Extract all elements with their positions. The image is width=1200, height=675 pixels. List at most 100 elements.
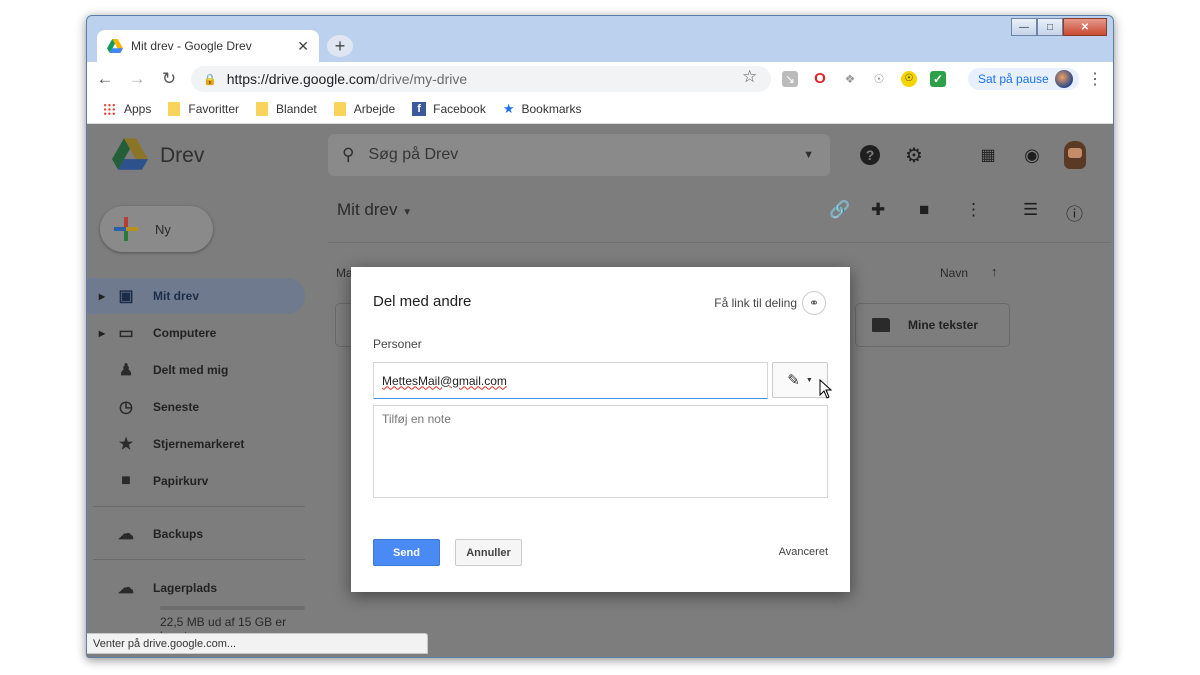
pause-label: Sat på pause: [978, 72, 1049, 86]
sidebar-item-lagerplads[interactable]: ☁ Lagerplads: [87, 570, 307, 606]
sort-arrow-up-icon[interactable]: ↑: [991, 264, 998, 279]
forward-icon[interactable]: →: [123, 69, 151, 89]
expand-arrow-icon[interactable]: ▶: [87, 292, 105, 301]
browser-window: — □ ✕ Mit drev - Google Drev ✕ + ← → ↻ 🔒…: [86, 15, 1114, 658]
opera-extension-icon[interactable]: O: [812, 71, 828, 87]
browser-menu-icon[interactable]: ⋮: [1087, 69, 1103, 89]
trash-icon: ■: [121, 472, 131, 489]
share-dialog: Del med andre Få link til deling ⚭ Perso…: [351, 267, 850, 592]
bookmark-blandet[interactable]: Blandet: [256, 102, 317, 116]
bookmark-apps[interactable]: Apps: [103, 102, 151, 116]
list-view-icon[interactable]: ☰: [1023, 200, 1038, 220]
help-icon[interactable]: ?: [859, 144, 881, 166]
folder-icon: [256, 102, 269, 116]
plus-icon: [114, 217, 138, 241]
browser-tab[interactable]: Mit drev - Google Drev ✕: [97, 30, 319, 62]
sidebar-item-computere[interactable]: ▶ ▭ Computere: [87, 315, 307, 351]
url-path: /drive/my-drive: [375, 71, 468, 87]
expand-arrow-icon[interactable]: ▶: [87, 329, 105, 338]
browser-toolbar: ← → ↻ 🔒 https://drive.google.com/drive/m…: [87, 62, 1113, 95]
facebook-icon: f: [412, 102, 427, 116]
sidebar-divider: [93, 559, 305, 560]
back-icon[interactable]: ←: [91, 69, 119, 89]
sidebar-divider: [93, 506, 305, 507]
page-title[interactable]: Mit drev ▼: [337, 200, 412, 220]
sync-paused-chip[interactable]: Sat på pause: [968, 68, 1079, 90]
folder-card[interactable]: Mine tekster: [855, 303, 1010, 347]
drive-header: Drev ⚲ Søg på Drev ▼ ? ⚙ ▦ ◉: [87, 124, 1113, 186]
chevron-down-icon: ▼: [402, 207, 413, 218]
get-link-button[interactable]: Få link til deling ⚭: [714, 291, 826, 315]
target-extension-icon[interactable]: ☉: [871, 71, 887, 87]
link-icon: ⚭: [802, 291, 826, 315]
drive-subbar: Mit drev ▼ 🔗 ✚ ■ ⋮ ☰ ⓘ: [328, 186, 1111, 243]
drive-search-input[interactable]: ⚲ Søg på Drev ▼: [328, 134, 830, 176]
drive-logo-icon: [107, 39, 123, 53]
info-icon[interactable]: ⓘ: [1066, 200, 1083, 225]
bookmark-bookmarks[interactable]: ★ Bookmarks: [503, 101, 582, 117]
send-button[interactable]: Send: [373, 539, 440, 566]
url-base: https://drive.google.com: [226, 71, 376, 87]
tab-close-icon[interactable]: ✕: [297, 38, 309, 55]
computers-icon: ▭: [118, 325, 134, 342]
dropbox-extension-icon[interactable]: ❖: [842, 71, 858, 87]
dialog-title: Del med andre: [373, 293, 472, 310]
check-extension-icon[interactable]: ✓: [930, 71, 946, 87]
new-button[interactable]: Ny: [100, 206, 213, 252]
link-icon[interactable]: 🔗: [829, 200, 850, 220]
people-icon: ♟: [118, 362, 134, 379]
search-placeholder: Søg på Drev: [368, 146, 459, 163]
star-icon: ★: [118, 436, 134, 453]
bookmarks-bar: Apps Favoritter Blandet Arbejde f Faceboo…: [87, 95, 1113, 124]
close-window-button[interactable]: ✕: [1063, 18, 1107, 36]
profile-avatar-icon: [1054, 70, 1073, 88]
apps-grid-icon[interactable]: ▦: [977, 144, 999, 166]
drive-logo-icon[interactable]: [112, 138, 148, 170]
people-input[interactable]: MettesMail@gmail.com: [373, 362, 768, 399]
note-placeholder: Tilføj en note: [382, 412, 451, 426]
star-icon: ★: [502, 101, 515, 116]
sidebar-item-stjernemarkeret[interactable]: ★ Stjernemarkeret: [87, 426, 307, 462]
trash-icon[interactable]: ■: [919, 200, 929, 220]
notifications-icon[interactable]: ◉: [1021, 144, 1043, 166]
pdf-extension-icon[interactable]: ↘: [782, 71, 798, 87]
bookmark-arbejde[interactable]: Arbejde: [333, 102, 395, 116]
sidebar-item-seneste[interactable]: ◷ Seneste: [87, 389, 307, 425]
sidebar-item-backups[interactable]: ☁ Backups: [87, 516, 307, 552]
drive-icon: ▣: [118, 288, 134, 305]
advanced-link[interactable]: Avanceret: [779, 546, 828, 558]
bookmark-facebook[interactable]: f Facebook: [412, 102, 486, 116]
add-person-icon[interactable]: ✚: [871, 200, 885, 220]
cloud-filled-icon: ☁: [118, 526, 134, 543]
address-bar[interactable]: 🔒 https://drive.google.com/drive/my-driv…: [191, 66, 771, 92]
settings-gear-icon[interactable]: ⚙: [903, 144, 925, 167]
maximize-button[interactable]: □: [1037, 18, 1063, 36]
folder-icon: [168, 102, 181, 116]
sidebar-item-delt-med-mig[interactable]: ♟ Delt med mig: [87, 352, 307, 388]
sidebar-item-mit-drev[interactable]: ▶ ▣ Mit drev: [87, 278, 307, 314]
mouse-cursor-icon: [819, 379, 833, 399]
new-tab-button[interactable]: +: [327, 35, 353, 57]
cancel-button[interactable]: Annuller: [455, 539, 522, 566]
more-vert-icon[interactable]: ⋮: [965, 200, 982, 220]
user-avatar[interactable]: [1064, 141, 1086, 169]
lock-icon: 🔒: [203, 73, 217, 86]
storage-bar: [160, 606, 305, 610]
cloud-outline-icon: ☁: [118, 580, 134, 597]
app-title[interactable]: Drev: [160, 144, 204, 168]
drive-app: Drev ⚲ Søg på Drev ▼ ? ⚙ ▦ ◉ Mit drev ▼ …: [87, 124, 1113, 657]
sort-label[interactable]: Navn: [940, 266, 968, 280]
sidebar-item-papirkurv[interactable]: ■ Papirkurv: [87, 463, 307, 499]
note-textarea[interactable]: Tilføj en note: [373, 405, 828, 498]
search-extension-icon[interactable]: ☉: [901, 71, 917, 87]
search-options-icon[interactable]: ▼: [803, 149, 814, 161]
people-label: Personer: [373, 337, 422, 351]
search-icon: ⚲: [342, 145, 355, 164]
folder-icon: [333, 102, 346, 116]
bookmark-star-icon[interactable]: ☆: [742, 67, 757, 87]
minimize-button[interactable]: —: [1011, 18, 1037, 36]
reload-icon[interactable]: ↻: [155, 69, 183, 89]
pencil-icon: ✎: [787, 372, 800, 389]
folder-icon: [872, 318, 890, 332]
bookmark-favoritter[interactable]: Favoritter: [168, 102, 239, 116]
